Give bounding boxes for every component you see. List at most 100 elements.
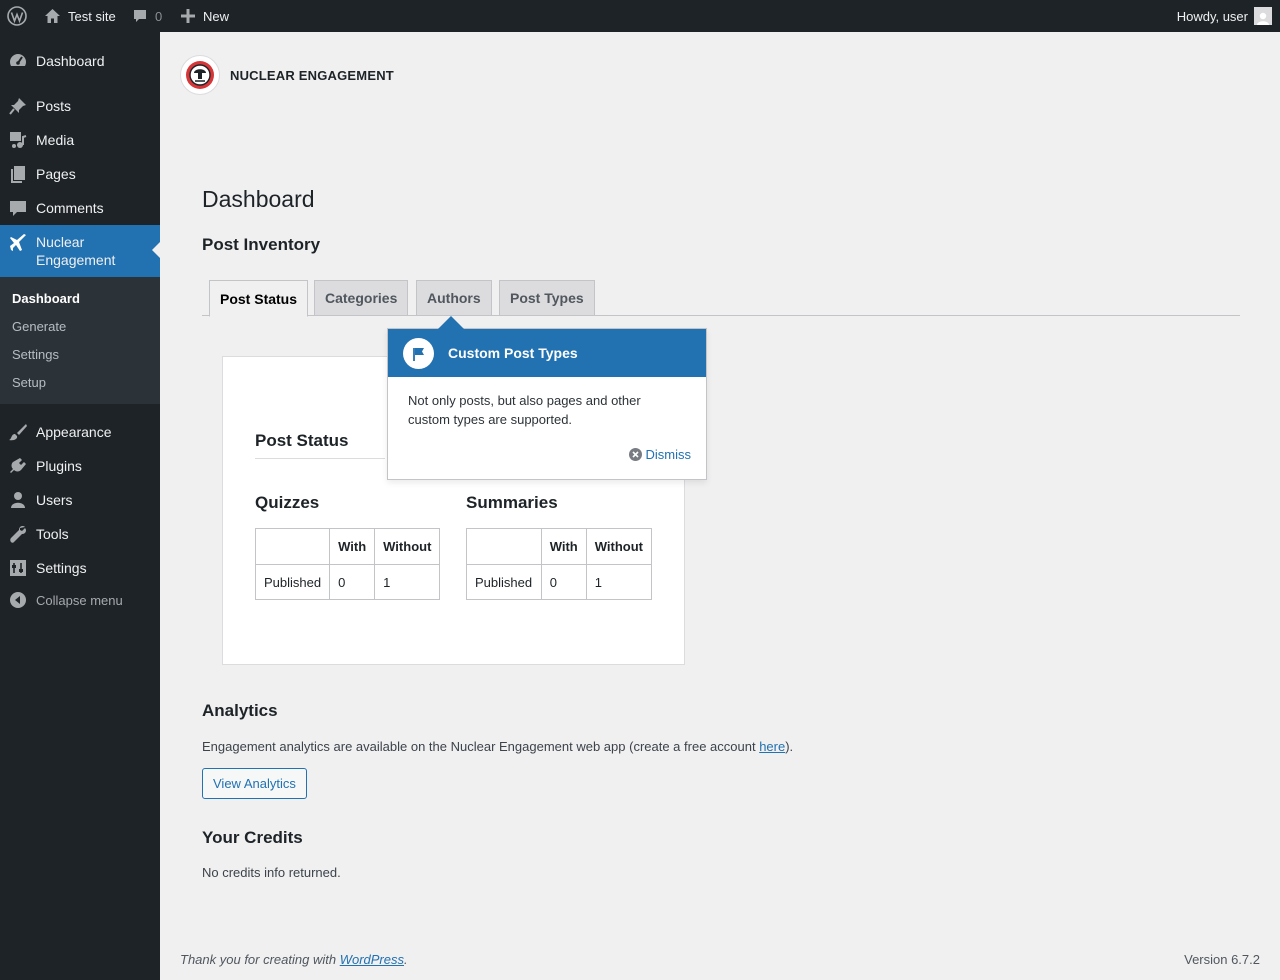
table-cell: Published [254, 564, 331, 600]
table-header-row: With Without [466, 528, 653, 565]
table-header [254, 528, 331, 565]
card-divider [255, 458, 385, 459]
dismiss-label: Dismiss [645, 447, 692, 462]
collapse-menu-label: Collapse menu [36, 592, 123, 608]
wordpress-link[interactable]: WordPress [340, 952, 404, 967]
sidebar-item-label: Pages [36, 166, 76, 182]
submenu-item-generate[interactable]: Generate [12, 319, 66, 334]
media-icon [8, 130, 28, 150]
pin-icon [8, 96, 28, 116]
table-cell: 0 [329, 564, 376, 600]
new-label: New [203, 8, 230, 24]
sidebar-item-pages[interactable]: Pages [0, 157, 160, 191]
brand-header: NUCLEAR ENGAGEMENT [180, 55, 394, 95]
summaries-table: With Without Published 0 1 [466, 528, 653, 600]
submenu-item-setup[interactable]: Setup [12, 375, 46, 390]
comment-icon [8, 198, 28, 218]
current-menu-arrow [152, 242, 160, 258]
footer-period: . [404, 952, 408, 967]
sidebar-item-settings[interactable]: Settings [0, 551, 160, 585]
site-link[interactable]: Test site [44, 0, 116, 32]
pointer-text: Not only posts, but also pages and other… [408, 393, 641, 427]
sidebar-item-plugins[interactable]: Plugins [0, 449, 160, 483]
submenu-item-settings[interactable]: Settings [12, 347, 59, 362]
brush-icon [8, 422, 28, 442]
tab-post-status[interactable]: Post Status [209, 280, 309, 317]
sidebar-item-posts[interactable]: Posts [0, 89, 160, 123]
brand-name: NUCLEAR ENGAGEMENT [230, 67, 394, 83]
quizzes-heading: Quizzes [255, 493, 320, 512]
sidebar-item-nuclear-engagement[interactable]: Nuclear Engagement [0, 225, 160, 277]
analytics-heading: Analytics [202, 701, 278, 720]
tab-post-types[interactable]: Post Types [499, 280, 595, 316]
nuclear-engagement-logo-icon [180, 55, 220, 95]
pages-icon [8, 164, 28, 184]
flag-icon [403, 338, 434, 369]
table-header [466, 528, 542, 565]
collapse-arrow-icon [8, 590, 28, 610]
dashboard-icon [8, 51, 28, 71]
wrench-icon [8, 524, 28, 544]
submenu-item-dashboard[interactable]: Dashboard [12, 291, 80, 306]
analytics-text-end: ). [785, 739, 794, 754]
dismiss-link[interactable]: Dismiss [628, 447, 692, 462]
analytics-text: Engagement analytics are available on th… [202, 739, 793, 754]
sidebar-item-label: Dashboard [36, 53, 105, 69]
view-analytics-button[interactable]: View Analytics [202, 768, 307, 799]
footer-thanks-text: Thank you for creating with [180, 952, 340, 967]
sidebar-item-label: Media [36, 132, 75, 148]
table-row: Published 0 1 [466, 564, 653, 600]
comment-bubble-icon [134, 10, 146, 22]
post-inventory-heading: Post Inventory [202, 235, 321, 254]
collapse-menu-button[interactable]: Collapse menu [0, 583, 160, 617]
sidebar-item-dashboard[interactable]: Dashboard [0, 44, 160, 78]
analytics-text-main: Engagement analytics are available on th… [202, 739, 760, 754]
summaries-heading: Summaries [466, 493, 558, 512]
footer-version: Version 6.7.2 [1184, 952, 1260, 967]
sidebar-item-comments[interactable]: Comments [0, 191, 160, 225]
account-menu[interactable]: Howdy, user [1177, 0, 1272, 32]
table-cell: 1 [374, 564, 441, 600]
user-silhouette-icon [1257, 12, 1269, 25]
avatar [1254, 7, 1272, 25]
credits-text: No credits info returned. [202, 865, 341, 880]
sidebar-item-label: Settings [36, 560, 87, 576]
credits-heading: Your Credits [202, 828, 303, 847]
table-header: With [329, 528, 376, 565]
create-account-link[interactable]: here [759, 739, 785, 754]
wordpress-logo-icon[interactable] [7, 0, 27, 32]
admin-bar: Test site 0 New Howdy, user [0, 0, 1280, 32]
custom-post-types-pointer: Custom Post Types Not only posts, but al… [387, 316, 707, 480]
sidebar-item-media[interactable]: Media [0, 123, 160, 157]
sidebar-item-appearance[interactable]: Appearance [0, 415, 160, 449]
table-header: Without [374, 528, 441, 565]
new-content-link[interactable]: New [181, 0, 229, 32]
sidebar-item-label: Users [36, 492, 73, 508]
comments-count: 0 [155, 8, 163, 24]
sidebar-item-label: Nuclear Engagement [36, 234, 116, 268]
table-header-row: With Without [254, 528, 441, 565]
sidebar-item-tools[interactable]: Tools [0, 517, 160, 551]
quizzes-table: With Without Published 0 1 [254, 528, 441, 600]
sidebar-item-users[interactable]: Users [0, 483, 160, 517]
submenu: Dashboard Generate Settings Setup [0, 277, 160, 404]
card-title: Post Status [255, 431, 349, 450]
sidebar-item-label: Tools [36, 526, 69, 542]
pointer-arrow [438, 316, 464, 329]
home-icon [45, 9, 60, 23]
comments-link[interactable]: 0 [132, 0, 162, 32]
tab-categories[interactable]: Categories [314, 280, 409, 316]
sidebar-item-label: Posts [36, 98, 72, 114]
footer-thanks: Thank you for creating with WordPress. [180, 952, 408, 967]
settings-icon [8, 558, 28, 578]
sidebar-item-label: Appearance [36, 424, 112, 440]
howdy-text: Howdy, user [1176, 8, 1248, 24]
close-circle-icon [628, 448, 642, 461]
plug-icon [8, 456, 28, 476]
plus-icon [181, 9, 195, 23]
post-inventory-tabs: Post Status Categories Authors Post Type… [202, 280, 1240, 317]
table-cell: Published [466, 564, 542, 600]
table-cell: 0 [540, 564, 587, 600]
tab-authors[interactable]: Authors [416, 280, 492, 316]
pointer-title: Custom Post Types [448, 345, 578, 361]
